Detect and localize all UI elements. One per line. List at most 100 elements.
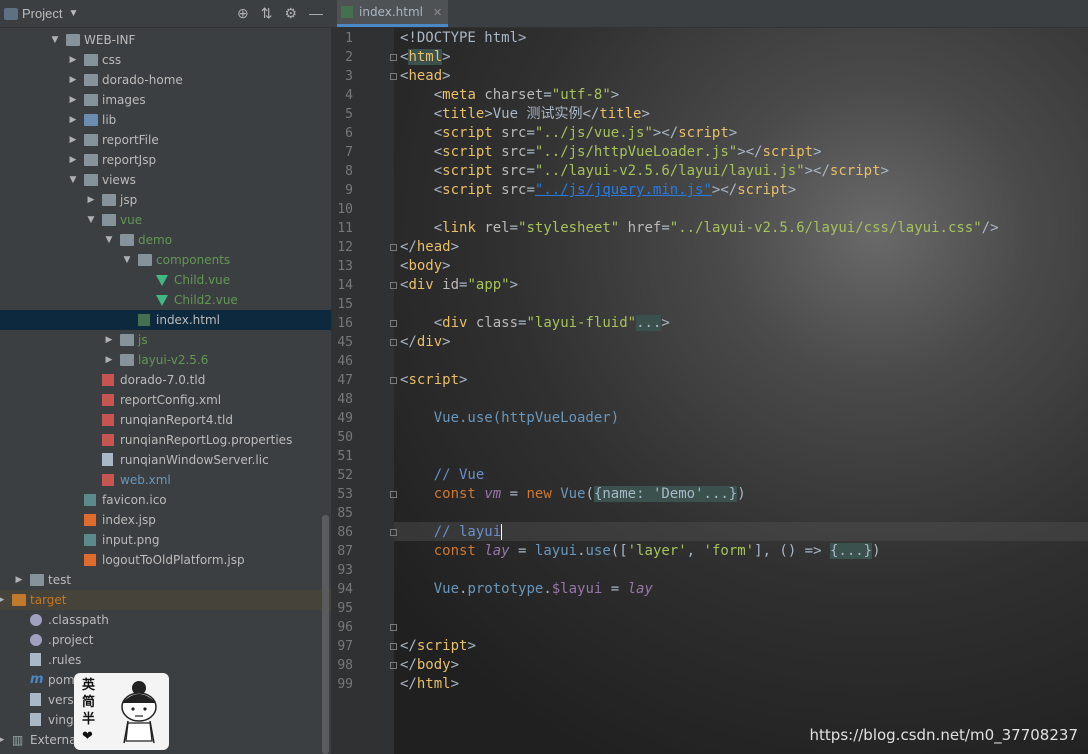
chevron-right-icon[interactable]: ▶ <box>68 130 78 150</box>
tree-item[interactable]: ▶ dorado-home <box>0 70 331 90</box>
tree-item[interactable]: ▼ vue <box>0 210 331 230</box>
fold-toggle-icon[interactable] <box>390 282 397 289</box>
tree-item[interactable]: web.xml <box>0 470 331 490</box>
collapse-all-icon[interactable]: ⇅ <box>261 5 273 22</box>
tree-item[interactable]: .classpath <box>0 610 331 630</box>
tree-item-label: runqianReport4.tld <box>120 413 233 427</box>
code-string: "../layui-v2.5.6/layui/layui.js" <box>534 163 805 179</box>
text-file-icon <box>30 653 41 666</box>
chevron-right-icon[interactable]: ▶ <box>68 150 78 170</box>
sticker-char: 英 <box>82 678 96 693</box>
locate-icon[interactable]: ⊕ <box>237 5 249 22</box>
tree-item[interactable]: ▶ lib <box>0 110 331 130</box>
tree-item-label: runqianReportLog.properties <box>120 433 293 447</box>
line-number: 93 <box>337 563 353 578</box>
code-editor[interactable]: 1 2 3 4 5 6 7 8 9 10 11 12 13 14 15 16 45 46 47 48 49 50 51 52 5… <box>331 28 1088 754</box>
code-comment: // Vue <box>433 467 485 483</box>
fold-toggle-icon[interactable] <box>390 624 397 631</box>
fold-toggle-icon[interactable] <box>390 244 397 251</box>
code-line: </script> <box>400 638 476 654</box>
fold-toggle-icon[interactable] <box>390 491 397 498</box>
tree-item-label: test <box>48 573 72 587</box>
tree-item[interactable]: logoutToOldPlatform.jsp <box>0 550 331 570</box>
chevron-down-icon[interactable]: ▼ <box>50 30 60 50</box>
project-scrollbar[interactable] <box>322 515 329 754</box>
tree-item[interactable]: ▶ js <box>0 330 331 350</box>
tree-item[interactable]: input.png <box>0 530 331 550</box>
tree-item[interactable]: ▼ components <box>0 250 331 270</box>
line-number: 47 <box>337 373 353 388</box>
code-line: <div class="layui-fluid"...> <box>400 315 670 331</box>
chevron-right-icon[interactable]: ▶ <box>14 570 24 590</box>
tree-item[interactable]: Child2.vue <box>0 290 331 310</box>
tree-item[interactable]: favicon.ico <box>0 490 331 510</box>
chevron-down-icon[interactable]: ▼ <box>68 8 78 19</box>
fold-toggle-icon[interactable] <box>390 529 397 536</box>
tree-item[interactable]: Child.vue <box>0 270 331 290</box>
chevron-down-icon[interactable]: ▼ <box>104 230 114 250</box>
chevron-right-icon[interactable]: ▶ <box>68 110 78 130</box>
fold-toggle-icon[interactable] <box>390 643 397 650</box>
code-link[interactable]: "../js/jquery.min.js" <box>535 182 712 198</box>
folder-icon <box>66 34 80 46</box>
chevron-down-icon[interactable]: ▼ <box>68 170 78 190</box>
chevron-down-icon[interactable]: ▼ <box>122 250 132 270</box>
fold-toggle-icon[interactable] <box>390 377 397 384</box>
fold-toggle-icon[interactable] <box>390 54 397 61</box>
line-number: 7 <box>345 145 353 160</box>
fold-toggle-icon[interactable] <box>390 73 397 80</box>
tree-item-label: reportFile <box>102 133 159 147</box>
folded-region[interactable]: {name: 'Demo'...} <box>593 486 738 502</box>
html-file-icon <box>341 6 353 18</box>
tree-item[interactable]: .rules <box>0 650 331 670</box>
tree-item[interactable]: index.html <box>0 310 331 330</box>
tree-item[interactable]: ▶ reportFile <box>0 130 331 150</box>
chevron-right-icon[interactable]: ▶ <box>68 70 78 90</box>
tree-item[interactable]: .project <box>0 630 331 650</box>
fold-toggle-icon[interactable] <box>390 339 397 346</box>
tree-item[interactable]: ▶ images <box>0 90 331 110</box>
chevron-right-icon[interactable]: ▶ <box>104 330 114 350</box>
hide-panel-icon[interactable]: — <box>309 5 323 22</box>
tab-index-html[interactable]: index.html ✕ <box>337 0 449 27</box>
folded-region[interactable]: ... <box>636 315 662 331</box>
tree-item[interactable]: ▼ views <box>0 170 331 190</box>
tree-item[interactable]: ▶ layui-v2.5.6 <box>0 350 331 370</box>
folded-region[interactable]: {...} <box>829 543 873 559</box>
tree-item[interactable]: ▶ target <box>0 590 331 610</box>
tree-item-label: jsp <box>120 193 138 207</box>
code-line: </body> <box>400 657 460 673</box>
fold-toggle-icon[interactable] <box>390 662 397 669</box>
chevron-right-icon[interactable]: ▶ <box>68 90 78 110</box>
tree-item[interactable]: ▼ WEB-INF <box>0 30 331 50</box>
tree-item[interactable]: ▶ jsp <box>0 190 331 210</box>
tree-item[interactable]: ▶ test <box>0 570 331 590</box>
tree-item[interactable]: ▼ demo <box>0 230 331 250</box>
line-number: 10 <box>337 202 353 217</box>
project-view-selector[interactable]: Project <box>22 6 62 21</box>
chevron-right-icon[interactable]: ▶ <box>68 50 78 70</box>
tree-item[interactable]: ▶ reportJsp <box>0 150 331 170</box>
sticker-image: 英 简 半 ❤ <box>74 673 169 750</box>
xml-file-icon <box>102 374 114 386</box>
chevron-down-icon[interactable]: ▼ <box>86 210 96 230</box>
tree-item-label: input.png <box>102 533 160 547</box>
gear-icon[interactable]: ⚙ <box>284 5 297 22</box>
chevron-right-icon[interactable]: ▶ <box>86 190 96 210</box>
tree-item[interactable]: runqianReportLog.properties <box>0 430 331 450</box>
tree-item[interactable]: reportConfig.xml <box>0 390 331 410</box>
line-number: 8 <box>345 164 353 179</box>
chevron-right-icon[interactable]: ▶ <box>104 350 114 370</box>
tree-item[interactable]: index.jsp <box>0 510 331 530</box>
tree-item[interactable]: dorado-7.0.tld <box>0 370 331 390</box>
tree-item[interactable]: runqianWindowServer.lic <box>0 450 331 470</box>
tree-item[interactable]: runqianReport4.tld <box>0 410 331 430</box>
heart-icon: ❤ <box>82 729 93 744</box>
tree-item[interactable]: ▶ css <box>0 50 331 70</box>
tree-item-label: images <box>102 93 146 107</box>
chevron-right-icon[interactable]: ▶ <box>0 730 6 750</box>
code-line: <div id="app"> <box>400 277 519 293</box>
close-icon[interactable]: ✕ <box>433 6 442 19</box>
chevron-right-icon[interactable]: ▶ <box>0 590 6 610</box>
fold-toggle-icon[interactable] <box>390 320 397 327</box>
